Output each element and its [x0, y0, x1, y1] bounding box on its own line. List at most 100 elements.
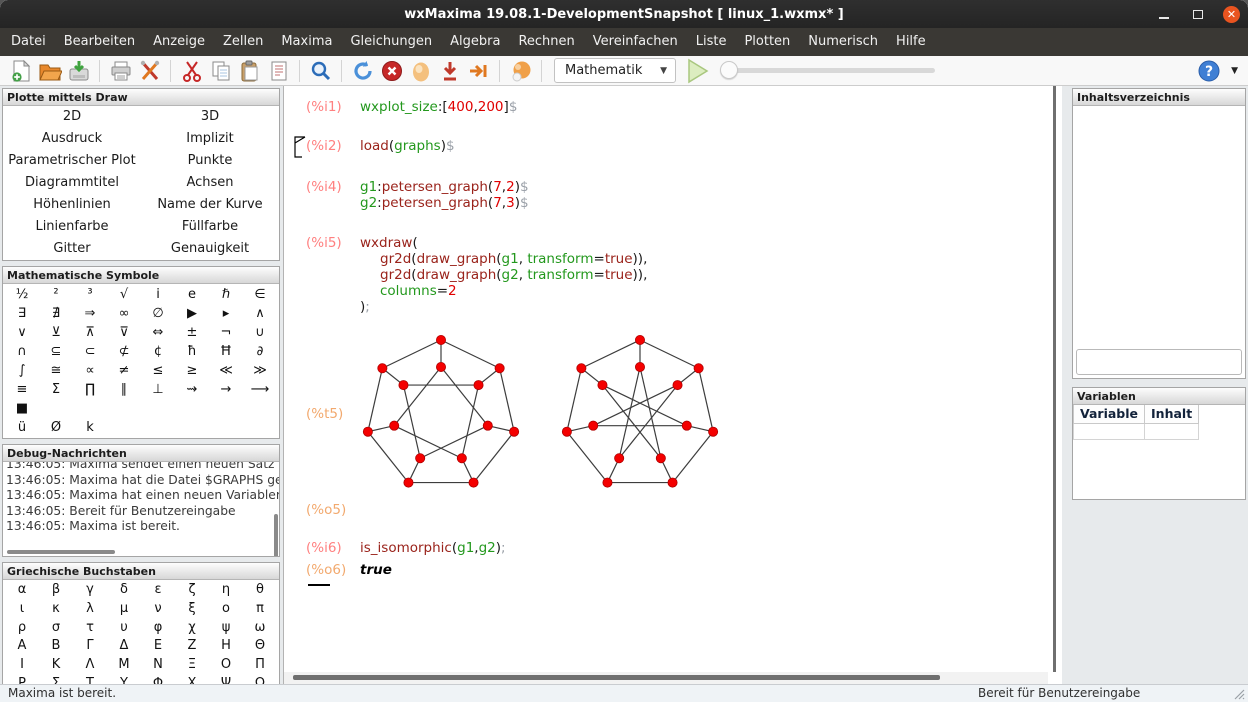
slider-knob[interactable]: [720, 61, 738, 79]
greek-letter-button[interactable]: θ: [243, 581, 277, 600]
greek-letter-button[interactable]: γ: [73, 581, 107, 600]
greek-letter-button[interactable]: Λ: [73, 656, 107, 675]
greek-letter-button[interactable]: φ: [141, 619, 175, 638]
symbol-button[interactable]: ∥: [107, 380, 141, 399]
draw-button-linienfarbe[interactable]: Linienfarbe: [3, 216, 141, 238]
symbol-button[interactable]: ⊆: [39, 342, 73, 361]
greek-letter-button[interactable]: Ω: [243, 675, 277, 684]
greek-letter-button[interactable]: Β: [39, 637, 73, 656]
code-line[interactable]: gr2d(draw_graph(g2, transform=true)),: [360, 267, 647, 283]
symbol-button[interactable]: ∩: [5, 342, 39, 361]
draw-button-2d[interactable]: 2D: [3, 106, 141, 128]
debug-vertical-scrollbar[interactable]: [274, 514, 278, 556]
greek-letter-button[interactable]: ρ: [5, 619, 39, 638]
greek-letter-button[interactable]: ε: [141, 581, 175, 600]
symbol-button[interactable]: ⊄: [107, 342, 141, 361]
greek-letter-button[interactable]: κ: [39, 600, 73, 619]
table-of-contents-list[interactable]: [1073, 106, 1245, 346]
greek-letter-button[interactable]: Ξ: [175, 656, 209, 675]
greek-letter-button[interactable]: ι: [5, 600, 39, 619]
draw-button-punkte[interactable]: Punkte: [141, 150, 279, 172]
symbol-button[interactable]: ∃: [5, 304, 39, 323]
code-line[interactable]: wxdraw(: [360, 235, 647, 251]
greek-letter-button[interactable]: Ν: [141, 656, 175, 675]
greek-letter-button[interactable]: Ψ: [209, 675, 243, 684]
greek-letter-button[interactable]: Γ: [73, 637, 107, 656]
greek-letter-button[interactable]: μ: [107, 600, 141, 619]
greek-letter-button[interactable]: Α: [5, 637, 39, 656]
cell-body[interactable]: is_isomorphic(g1,g2);: [360, 540, 506, 556]
menu-rechnen[interactable]: Rechnen: [509, 28, 583, 56]
greek-letter-button[interactable]: τ: [73, 619, 107, 638]
symbol-button[interactable]: ³: [73, 285, 107, 304]
greek-letter-button[interactable]: ω: [243, 619, 277, 638]
symbol-button[interactable]: ⇒: [73, 304, 107, 323]
symbol-button[interactable]: ½: [5, 285, 39, 304]
symbol-button[interactable]: ∫: [5, 361, 39, 380]
draw-button-höhenlinien[interactable]: Höhenlinien: [3, 194, 141, 216]
select-all-button[interactable]: [265, 58, 292, 84]
menu-plotten[interactable]: Plotten: [735, 28, 799, 56]
evaluate-cell-button[interactable]: [407, 58, 434, 84]
code-line[interactable]: g1:petersen_graph(7,2)$: [360, 179, 529, 195]
menu-zellen[interactable]: Zellen: [214, 28, 272, 56]
cell-body[interactable]: wxdraw(gr2d(draw_graph(g1, transform=tru…: [360, 235, 647, 315]
debug-horizontal-scrollbar[interactable]: [7, 550, 115, 554]
symbol-button[interactable]: ∂: [243, 342, 277, 361]
symbol-button[interactable]: ħ: [175, 342, 209, 361]
resize-grip-icon[interactable]: [1234, 689, 1245, 700]
draw-button-3d[interactable]: 3D: [141, 106, 279, 128]
symbol-button[interactable]: ≠: [107, 361, 141, 380]
draw-button-füllfarbe[interactable]: Füllfarbe: [141, 216, 279, 238]
symbol-button[interactable]: ∄: [39, 304, 73, 323]
variables-cell[interactable]: [1074, 423, 1145, 439]
greek-letter-button[interactable]: ν: [141, 600, 175, 619]
greek-letter-button[interactable]: Η: [209, 637, 243, 656]
symbol-button[interactable]: ≤: [141, 361, 175, 380]
code-line[interactable]: g2:petersen_graph(7,3)$: [360, 195, 529, 211]
menu-vereinfachen[interactable]: Vereinfachen: [584, 28, 687, 56]
symbol-button[interactable]: ≥: [175, 361, 209, 380]
greek-letter-button[interactable]: Υ: [107, 675, 141, 684]
paste-button[interactable]: [236, 58, 263, 84]
save-button[interactable]: [65, 58, 92, 84]
menu-numerisch[interactable]: Numerisch: [799, 28, 887, 56]
symbol-button[interactable]: ⊻: [39, 323, 73, 342]
draw-button-name-der-kurve[interactable]: Name der Kurve: [141, 194, 279, 216]
menu-gleichungen[interactable]: Gleichungen: [341, 28, 441, 56]
greek-letter-button[interactable]: λ: [73, 600, 107, 619]
symbol-button[interactable]: ∨: [5, 323, 39, 342]
draw-button-gitter[interactable]: Gitter: [3, 238, 141, 260]
greek-letter-button[interactable]: π: [243, 600, 277, 619]
menu-hilfe[interactable]: Hilfe: [887, 28, 935, 56]
greek-letter-button[interactable]: Δ: [107, 637, 141, 656]
greek-letter-button[interactable]: χ: [175, 619, 209, 638]
menu-anzeige[interactable]: Anzeige: [144, 28, 214, 56]
menu-bearbeiten[interactable]: Bearbeiten: [55, 28, 144, 56]
symbol-button[interactable]: ∈: [243, 285, 277, 304]
greek-letter-button[interactable]: Ι: [5, 656, 39, 675]
symbol-button[interactable]: ■: [5, 399, 39, 418]
draw-button-genauigkeit[interactable]: Genauigkeit: [141, 238, 279, 260]
greek-letter-button[interactable]: ψ: [209, 619, 243, 638]
interrupt-button[interactable]: [378, 58, 405, 84]
symbol-button[interactable]: ▸: [209, 304, 243, 323]
scrollbar-thumb[interactable]: [293, 675, 940, 680]
menu-datei[interactable]: Datei: [2, 28, 55, 56]
code-line[interactable]: gr2d(draw_graph(g1, transform=true)),: [360, 251, 647, 267]
menu-maxima[interactable]: Maxima: [272, 28, 341, 56]
symbol-button[interactable]: e: [175, 285, 209, 304]
greek-letter-button[interactable]: υ: [107, 619, 141, 638]
greek-letter-button[interactable]: Χ: [175, 675, 209, 684]
greek-letter-button[interactable]: δ: [107, 581, 141, 600]
cut-button[interactable]: [178, 58, 205, 84]
draw-button-diagrammtitel[interactable]: Diagrammtitel: [3, 172, 141, 194]
greek-letter-button[interactable]: Ο: [209, 656, 243, 675]
worksheet[interactable]: (%i1)wxplot_size:[400,200]$(%i2)load(gra…: [284, 86, 1048, 672]
new-button[interactable]: [7, 58, 34, 84]
symbol-button[interactable]: ⇝: [175, 380, 209, 399]
draw-button-ausdruck[interactable]: Ausdruck: [3, 128, 141, 150]
toolbar-overflow-button[interactable]: ▼: [1231, 66, 1238, 76]
symbol-button[interactable]: ⟶: [243, 380, 277, 399]
symbol-button[interactable]: ²: [39, 285, 73, 304]
